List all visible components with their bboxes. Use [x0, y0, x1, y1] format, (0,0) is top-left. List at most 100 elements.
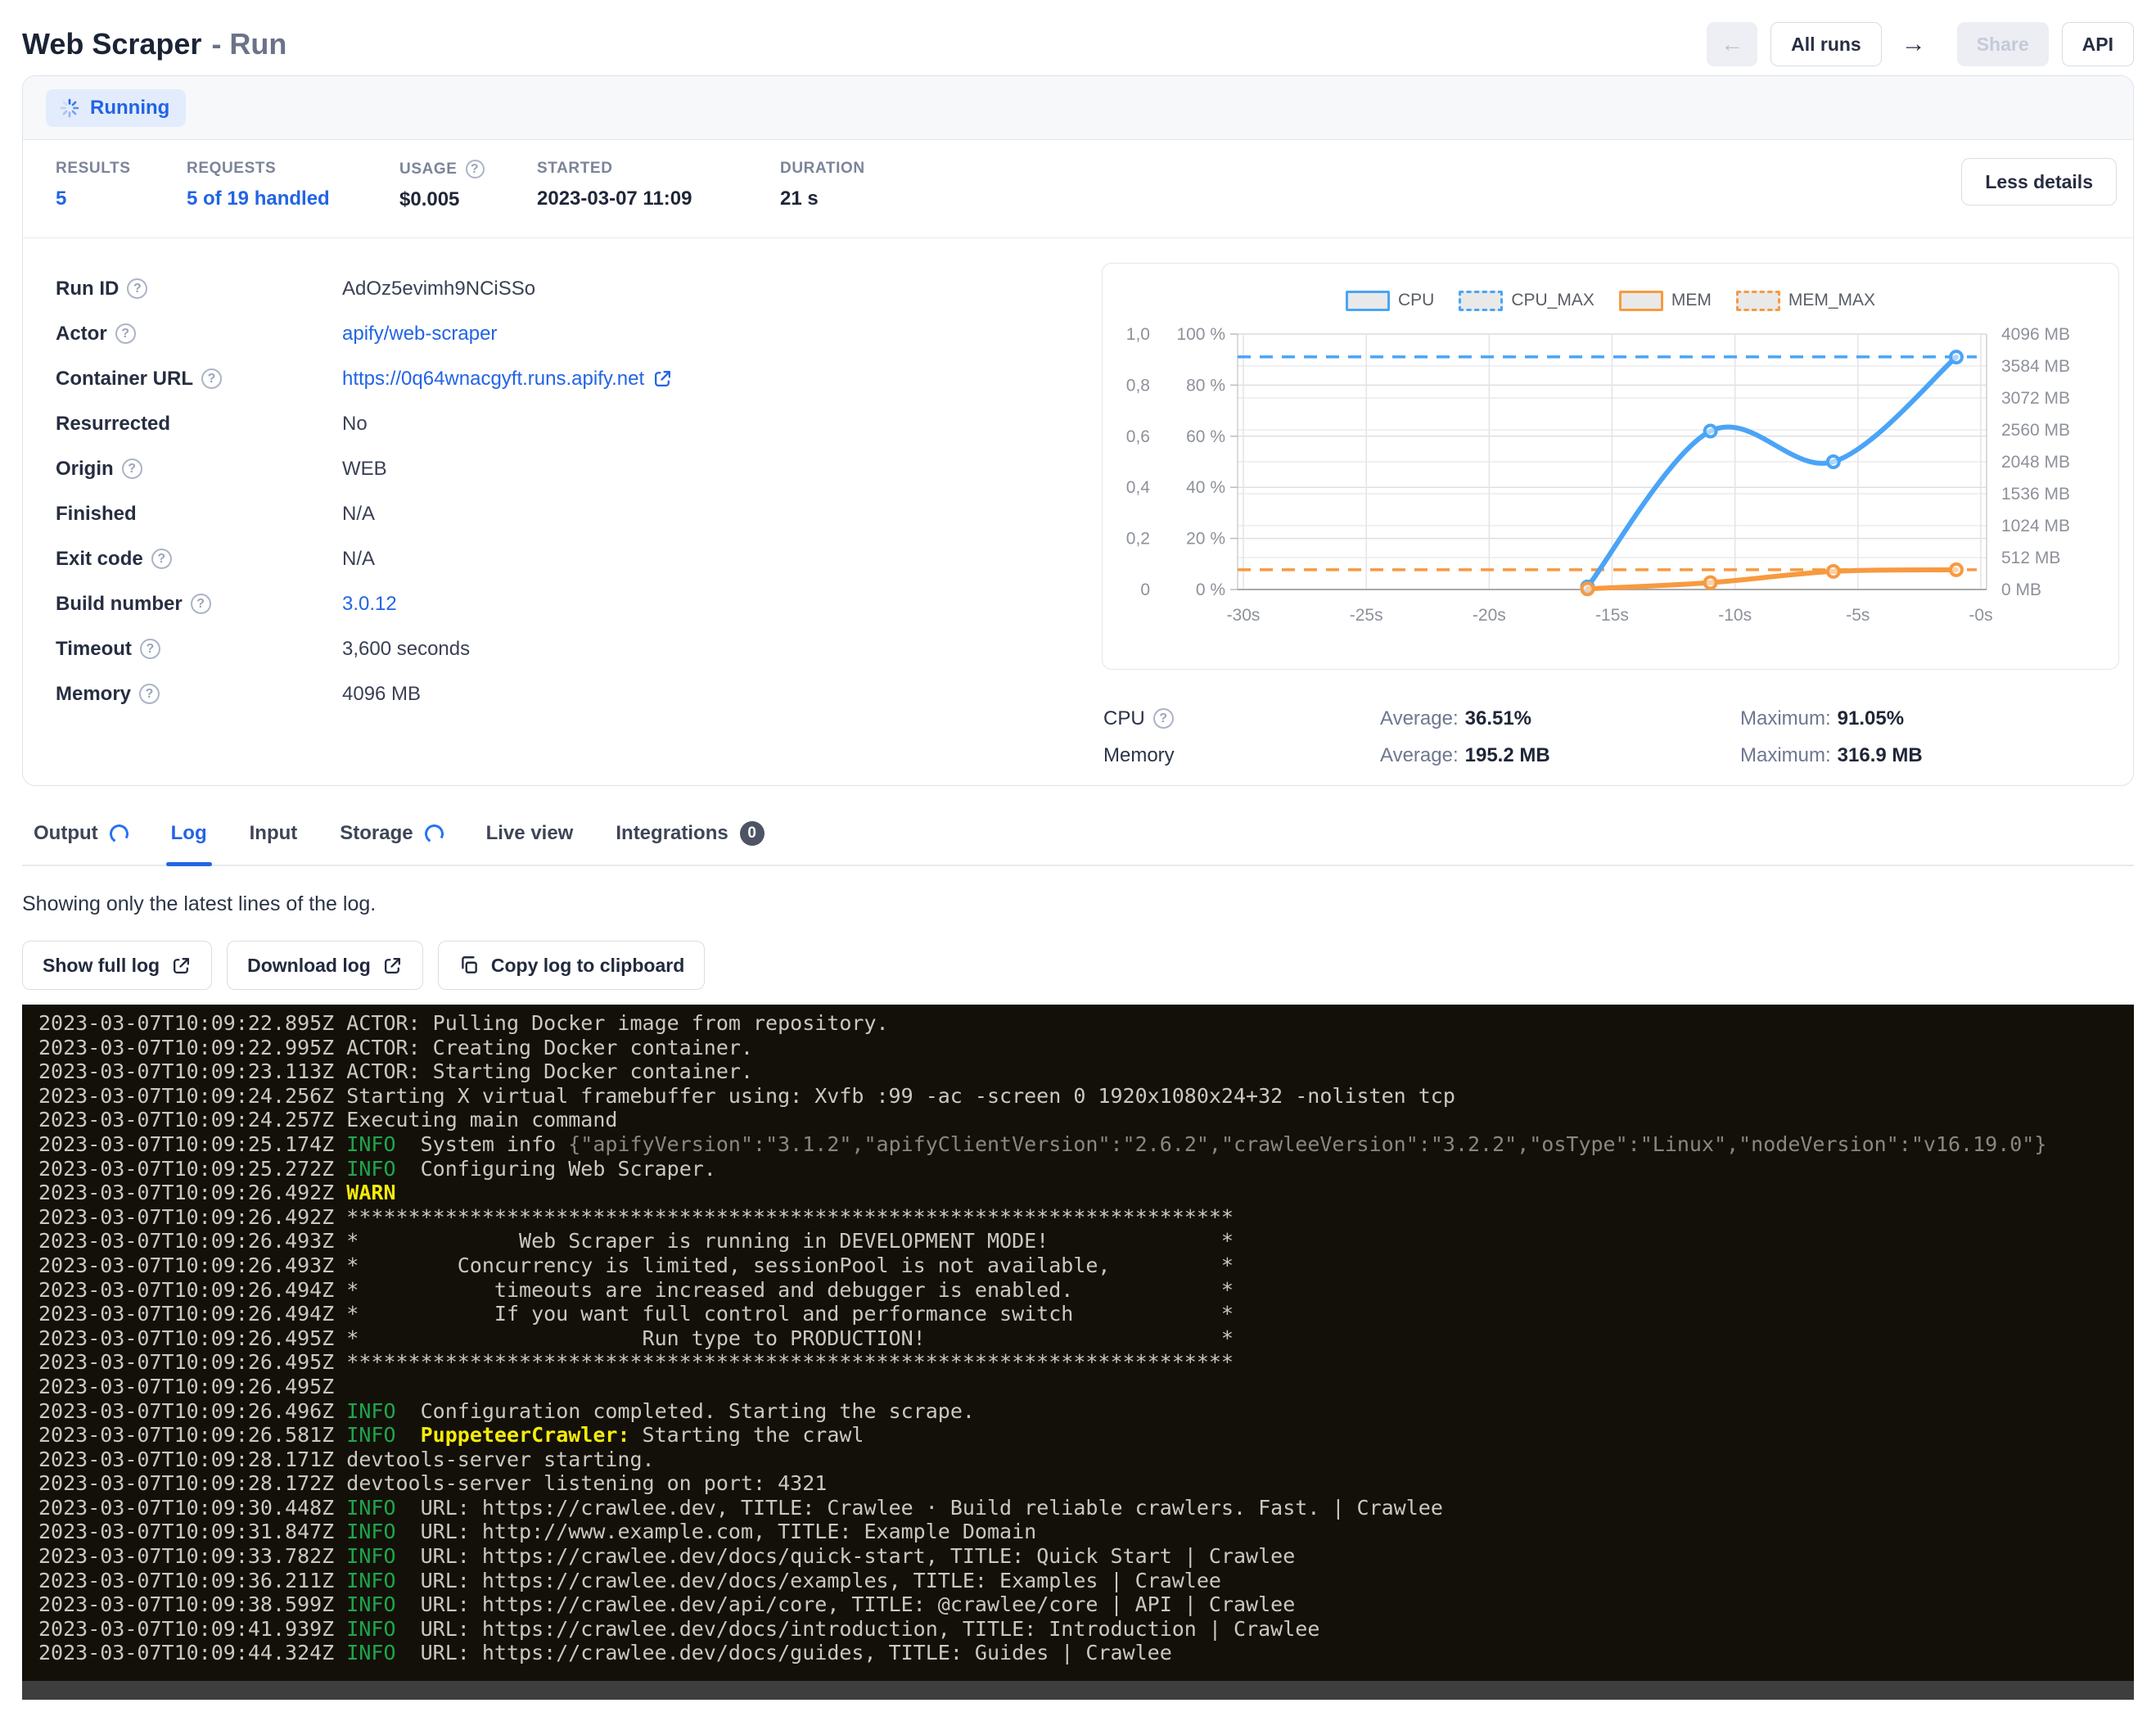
- tab-output[interactable]: Output: [34, 802, 129, 865]
- log-line: 2023-03-07T10:09:26.492Z WARN: [38, 1181, 2134, 1205]
- help-icon[interactable]: ?: [151, 549, 172, 569]
- detail-label: Memory: [56, 683, 131, 706]
- tab-live-view[interactable]: Live view: [486, 802, 574, 865]
- y-axis-ratio-tick: 0,4: [1126, 478, 1151, 497]
- show-full-log-button[interactable]: Show full log: [22, 941, 212, 990]
- log-message: ACTOR: Starting Docker container.: [346, 1059, 753, 1083]
- log-timestamp: 2023-03-07T10:09:26.494Z: [38, 1278, 346, 1302]
- detail-value: 3.0.12: [342, 593, 397, 616]
- external-link-icon: [171, 955, 192, 976]
- detail-value-link[interactable]: apify/web-scraper: [342, 323, 497, 346]
- log-message: URL: https://crawlee.dev/api/core, TITLE…: [421, 1592, 1296, 1616]
- status-badge: Running: [46, 89, 186, 127]
- detail-value: AdOz5evimh9NCiSSo: [342, 278, 535, 300]
- all-runs-button[interactable]: All runs: [1770, 22, 1882, 66]
- stat-results-label: RESULTS: [56, 160, 130, 178]
- tab-storage[interactable]: Storage: [340, 802, 443, 865]
- detail-label: Timeout: [56, 638, 132, 661]
- legend-item-mem_max[interactable]: MEM_MAX: [1736, 291, 1875, 311]
- y-axis-ratio-tick: 0,6: [1126, 427, 1150, 446]
- log-line: 2023-03-07T10:09:26.493Z * Concurrency i…: [38, 1253, 2134, 1278]
- log-message: Configuration completed. Starting the sc…: [421, 1399, 975, 1423]
- help-icon[interactable]: ?: [191, 594, 211, 614]
- log-level: INFO: [346, 1617, 395, 1641]
- help-icon[interactable]: ?: [140, 639, 160, 659]
- log-message: URL: http://www.example.com, TITLE: Exam…: [421, 1520, 1037, 1543]
- log-message: * If you want full control and performan…: [346, 1302, 1234, 1326]
- log-message: * timeouts are increased and debugger is…: [346, 1278, 1234, 1302]
- log-message: * Run type to PRODUCTION! *: [346, 1326, 1234, 1350]
- stat-started-value: 2023-03-07 11:09: [537, 187, 692, 210]
- detail-value: https://0q64wnacgyft.runs.apify.net: [342, 368, 673, 391]
- cpu-summary-label: CPU: [1103, 707, 1145, 730]
- log-scrollbar[interactable]: [22, 1681, 2134, 1700]
- detail-label: Resurrected: [56, 413, 170, 436]
- log-timestamp: 2023-03-07T10:09:26.495Z: [38, 1326, 346, 1350]
- log-line: 2023-03-07T10:09:36.211Z INFO URL: https…: [38, 1569, 2134, 1593]
- help-icon[interactable]: ?: [127, 278, 147, 299]
- cpu-maximum-label: Maximum:: [1740, 707, 1831, 730]
- log-line: 2023-03-07T10:09:44.324Z INFO URL: https…: [38, 1641, 2134, 1665]
- tab-label: Live view: [486, 822, 574, 845]
- stat-results-value: 5: [56, 187, 130, 210]
- log-line: 2023-03-07T10:09:33.782Z INFO URL: https…: [38, 1544, 2134, 1569]
- help-icon[interactable]: ?: [201, 368, 222, 389]
- log-timestamp: 2023-03-07T10:09:26.493Z: [38, 1253, 346, 1277]
- log-timestamp: 2023-03-07T10:09:26.495Z: [38, 1350, 346, 1374]
- detail-value: 4096 MB: [342, 683, 421, 706]
- x-axis-tick: -5s: [1846, 606, 1870, 625]
- help-icon[interactable]: ?: [139, 684, 160, 704]
- download-log-button[interactable]: Download log: [227, 941, 423, 990]
- legend-item-cpu_max[interactable]: CPU_MAX: [1459, 291, 1594, 311]
- usage-help-icon[interactable]: ?: [466, 160, 485, 178]
- y-axis-mb-tick: 1024 MB: [2001, 517, 2070, 535]
- log-timestamp: 2023-03-07T10:09:26.581Z: [38, 1423, 346, 1447]
- log-timestamp: 2023-03-07T10:09:28.171Z: [38, 1448, 346, 1471]
- log-line: 2023-03-07T10:09:24.256Z Starting X virt…: [38, 1084, 2134, 1109]
- log-level: INFO: [346, 1592, 395, 1616]
- log-timestamp: 2023-03-07T10:09:23.113Z: [38, 1059, 346, 1083]
- share-button[interactable]: Share: [1957, 22, 2049, 66]
- api-button[interactable]: API: [2062, 22, 2134, 66]
- y-axis-mb-tick: 0 MB: [2001, 580, 2041, 599]
- memory-summary-label: Memory: [1103, 744, 1175, 767]
- cpu-help-icon[interactable]: ?: [1153, 708, 1174, 729]
- log-timestamp: 2023-03-07T10:09:26.493Z: [38, 1229, 346, 1253]
- log-level: INFO: [346, 1423, 395, 1447]
- less-details-button[interactable]: Less details: [1961, 158, 2117, 206]
- log-message: * Web Scraper is running in DEVELOPMENT …: [346, 1229, 1234, 1253]
- y-axis-mb-tick: 2560 MB: [2001, 421, 2070, 440]
- legend-item-cpu[interactable]: CPU: [1346, 291, 1434, 311]
- y-axis-percent-tick: 20 %: [1186, 530, 1225, 549]
- stat-duration-value: 21 s: [780, 187, 865, 210]
- copy-log-button[interactable]: Copy log to clipboard: [438, 941, 705, 990]
- y-axis-percent-tick: 60 %: [1186, 427, 1225, 446]
- x-axis-tick: -10s: [1718, 606, 1752, 625]
- y-axis-ratio-tick: 0,2: [1126, 530, 1150, 549]
- help-icon[interactable]: ?: [122, 458, 142, 479]
- log-level: INFO: [346, 1132, 395, 1156]
- stat-results: RESULTS 5: [56, 160, 130, 210]
- previous-run-button[interactable]: ←: [1707, 22, 1757, 66]
- log-timestamp: 2023-03-07T10:09:31.847Z: [38, 1520, 346, 1543]
- log-message: ****************************************…: [346, 1350, 1234, 1374]
- log-message: ACTOR: Creating Docker container.: [346, 1036, 753, 1059]
- log-message: URL: https://crawlee.dev/docs/introducti…: [421, 1617, 1320, 1641]
- memory-maximum-value: 316.9 MB: [1838, 744, 1923, 766]
- stat-usage-value: $0.005: [399, 188, 485, 211]
- log-timestamp: 2023-03-07T10:09:33.782Z: [38, 1544, 346, 1568]
- metrics-chart-card: CPUCPU_MAXMEMMEM_MAX 00,20,40,60,81,00 %…: [1102, 263, 2119, 670]
- detail-value-link[interactable]: 3.0.12: [342, 593, 397, 616]
- detail-label: Actor: [56, 323, 107, 346]
- log-timestamp: 2023-03-07T10:09:26.495Z: [38, 1375, 346, 1398]
- top-header: Web Scraper- Run ← All runs → Share API: [0, 0, 2156, 70]
- detail-value: No: [342, 413, 368, 436]
- next-run-button[interactable]: →: [1895, 22, 1933, 66]
- legend-item-mem[interactable]: MEM: [1619, 291, 1712, 311]
- tab-input[interactable]: Input: [250, 802, 298, 865]
- tab-integrations[interactable]: Integrations0: [616, 802, 764, 865]
- help-icon[interactable]: ?: [115, 323, 136, 344]
- tab-log[interactable]: Log: [171, 802, 207, 865]
- detail-label: Origin: [56, 458, 114, 481]
- detail-value-link[interactable]: https://0q64wnacgyft.runs.apify.net: [342, 368, 644, 391]
